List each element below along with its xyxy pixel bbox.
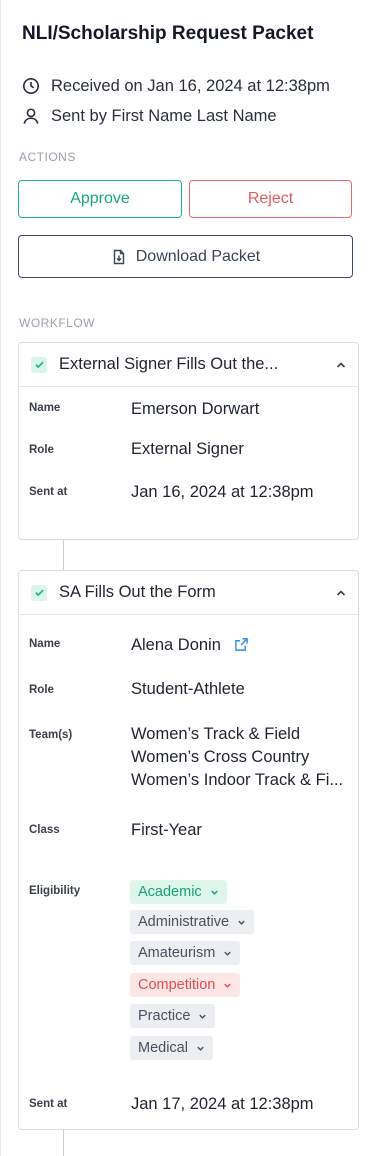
eligibility-tag-label: Administrative: [138, 914, 230, 930]
download-packet-label: Download Packet: [135, 247, 261, 265]
field-label: Team(s): [29, 729, 73, 741]
field-label: Role: [29, 444, 54, 456]
field-value-role: External Signer: [131, 440, 244, 458]
eligibility-tag-administrative[interactable]: Administrative: [130, 910, 255, 934]
reject-button-label: Reject: [247, 190, 294, 207]
field-label: Sent at: [29, 486, 68, 498]
sent-by-row: Sent by First Name Last Name: [22, 105, 277, 127]
check-icon: [31, 584, 47, 601]
chevron-down-icon: [199, 1014, 207, 1019]
received-text: Received on Jan 16, 2024 at 12:38pm: [51, 76, 330, 95]
external-link-icon[interactable]: [234, 637, 249, 652]
received-row: Received on Jan 16, 2024 at 12:38pm: [22, 75, 330, 97]
sent-by-text: Sent by First Name Last Name: [51, 106, 277, 125]
check-icon: [31, 356, 47, 373]
field-label: Class: [29, 824, 60, 836]
eligibility-tag-academic[interactable]: Academic: [130, 880, 227, 904]
approve-button-label: Approve: [70, 190, 130, 207]
workflow-label: WORKFLOW: [19, 316, 95, 330]
chevron-up-icon[interactable]: [324, 359, 358, 371]
workflow-step-header[interactable]: SA Fills Out the Form: [19, 571, 358, 615]
eligibility-tag-competition[interactable]: Competition: [130, 973, 241, 997]
field-value-team: Women’s Cross Country: [131, 748, 310, 766]
eligibility-tag-amateurism[interactable]: Amateurism: [130, 941, 241, 965]
workflow-connector: [63, 1130, 64, 1156]
athlete-name-link[interactable]: Alena Donin: [131, 636, 221, 654]
field-label: Name: [29, 402, 61, 414]
field-value-name: Alena Donin: [131, 634, 249, 656]
panel-left-border: [0, 0, 1, 1156]
workflow-step-title: SA Fills Out the Form: [59, 583, 216, 601]
packet-title: NLI/Scholarship Request Packet: [22, 23, 314, 44]
eligibility-tag-label: Medical: [138, 1040, 188, 1056]
workflow-step-header[interactable]: External Signer Fills Out the...: [19, 343, 358, 387]
chevron-down-icon: [224, 951, 232, 956]
chevron-up-icon[interactable]: [324, 587, 358, 599]
workflow-step-title: External Signer Fills Out the...: [59, 355, 279, 373]
field-value-sent-at: Jan 16, 2024 at 12:38pm: [131, 483, 314, 501]
field-value-class: First-Year: [131, 821, 202, 839]
reject-button[interactable]: Reject: [189, 180, 352, 218]
field-label: Name: [29, 638, 61, 650]
field-label: Role: [29, 684, 54, 696]
workflow-step-card: SA Fills Out the Form Name Alena Donin R…: [18, 570, 359, 1130]
user-icon: [23, 108, 39, 124]
chevron-down-icon: [224, 983, 232, 988]
field-label: Eligibility: [29, 885, 81, 897]
eligibility-tag-label: Academic: [138, 884, 202, 900]
chevron-down-icon: [210, 890, 218, 895]
workflow-connector: [63, 540, 64, 570]
field-label: Sent at: [29, 1098, 68, 1110]
field-value-sent-at: Jan 17, 2024 at 12:38pm: [131, 1095, 314, 1113]
field-value-name: Emerson Dorwart: [131, 400, 260, 418]
file-download-icon: [113, 249, 124, 264]
eligibility-tag-label: Amateurism: [138, 945, 216, 961]
eligibility-tag-label: Practice: [138, 1008, 191, 1024]
actions-label: ACTIONS: [19, 150, 76, 164]
download-packet-button[interactable]: Download Packet: [18, 235, 353, 278]
clock-icon: [22, 77, 40, 95]
field-value-role: Student-Athlete: [131, 680, 245, 698]
chevron-down-icon: [238, 920, 245, 925]
chevron-down-icon: [197, 1046, 204, 1051]
workflow-step-card: External Signer Fills Out the... Name Em…: [18, 342, 359, 540]
eligibility-tag-practice[interactable]: Practice: [130, 1004, 216, 1028]
eligibility-tag-label: Competition: [138, 977, 216, 993]
approve-button[interactable]: Approve: [18, 180, 182, 218]
eligibility-tag-medical[interactable]: Medical: [130, 1036, 213, 1060]
field-value-team: Women’s Indoor Track & Fi...: [131, 771, 344, 789]
field-value-team: Women’s Track & Field: [131, 725, 301, 743]
